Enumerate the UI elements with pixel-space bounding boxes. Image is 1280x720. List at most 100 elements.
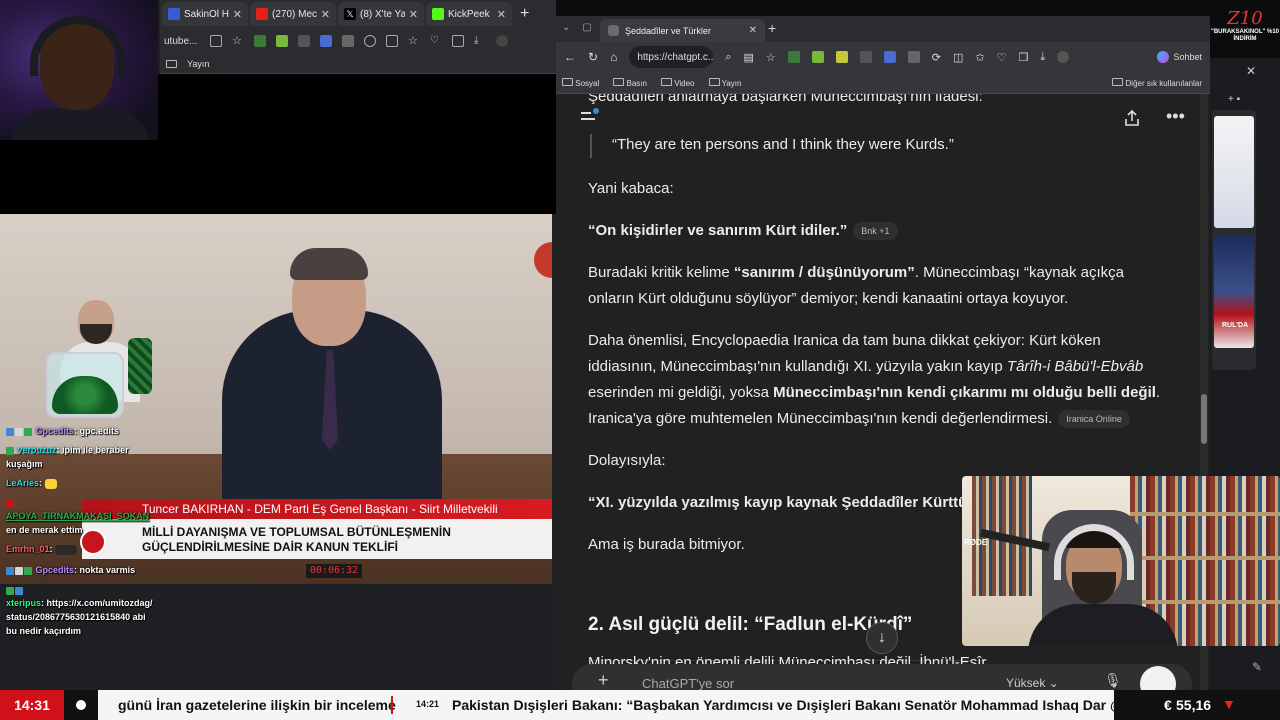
emote-icon	[55, 544, 78, 555]
close-icon[interactable]: ✕	[749, 25, 757, 36]
chat-username: verouzuz	[17, 445, 57, 455]
copilot-chat-button[interactable]: Sohbet	[1157, 51, 1202, 63]
chat-message	[6, 585, 24, 596]
chat-text: en de merak ettim	[6, 525, 83, 535]
message-line: Daha önemlisi, Encyclopaedia Iranica da …	[588, 332, 1101, 349]
extension-icon[interactable]	[883, 51, 896, 63]
workspaces-icon[interactable]: ▢	[582, 22, 591, 33]
left-url[interactable]: utube...	[164, 36, 200, 47]
scrollbar-thumb[interactable]	[1201, 394, 1207, 444]
chat-message: xteripus: https://x.com/umitozdag/	[6, 598, 153, 608]
tab-chatgpt[interactable]: Şeddadîler ve Türkler ✕	[600, 19, 765, 42]
extension-icon[interactable]	[859, 51, 872, 63]
message-line: eserinden mi geldiği, yoksa Müneccimbaşı…	[588, 380, 1178, 406]
news-thumbnail[interactable]: RUL'DA	[1214, 236, 1254, 348]
favorites-icon[interactable]: ☆	[408, 35, 420, 47]
extension-icon[interactable]	[320, 35, 332, 47]
chat-badge	[6, 446, 14, 455]
voice-mode-button[interactable]	[1140, 666, 1176, 690]
tab-title: (8) X'te Yavuz A	[360, 8, 405, 20]
more-options-icon[interactable]: •••	[1166, 106, 1185, 127]
scroll-down-button[interactable]: ↓	[866, 622, 898, 654]
attach-icon[interactable]: +	[598, 670, 609, 690]
new-tab-button[interactable]: +	[514, 5, 535, 23]
pen-icon[interactable]: ✎	[1252, 660, 1262, 674]
chat-message: APOYA_TIRNAKMAKASI_SOKAN	[6, 511, 149, 521]
tab-title: SakinOl Haber	[184, 8, 229, 20]
bookmark-yayin[interactable]: Yayın	[708, 77, 741, 88]
tab-menu-icon[interactable]: ⌄	[562, 22, 570, 33]
extension-icon[interactable]	[835, 51, 848, 63]
other-bookmarks[interactable]: Diğer sık kullanılanlar	[1112, 77, 1202, 88]
thumbnail[interactable]	[1214, 116, 1254, 228]
bold-quote: “On kişidirler ve sanırım Kürt idiler.”	[588, 222, 848, 239]
url-input[interactable]: https://chatgpt.c...	[629, 46, 714, 68]
refresh-extension-icon[interactable]: ⟳	[932, 51, 941, 64]
model-selector[interactable]: Yüksek ⌄	[1006, 676, 1059, 690]
left-tab-sakinol[interactable]: SakinOl Haber ✕	[162, 2, 248, 26]
citation-pill[interactable]: Iranica Online	[1058, 410, 1130, 429]
headset-icon	[30, 16, 126, 76]
text-run: Buradaki kritik kelime	[588, 264, 734, 281]
downloads-icon[interactable]: ⤓	[474, 35, 486, 47]
bookmark-basin[interactable]: Basın	[613, 77, 647, 88]
tab-title: Şeddadîler ve Türkler	[625, 25, 711, 36]
collections-icon[interactable]: ❐	[1018, 51, 1028, 64]
heart-icon[interactable]: ♡	[997, 51, 1007, 64]
citation-pill[interactable]: Bnk +1	[853, 222, 898, 241]
chat-badges	[6, 427, 33, 437]
extension-icon[interactable]	[342, 35, 354, 47]
profile-avatar[interactable]	[496, 35, 508, 47]
downloads-icon[interactable]: ⤓	[1040, 51, 1045, 64]
extension-icon[interactable]	[254, 35, 266, 47]
collections-icon[interactable]	[452, 35, 464, 47]
close-icon[interactable]: ✕	[321, 8, 330, 21]
chat-message	[6, 497, 15, 507]
close-icon[interactable]: ✕	[1246, 64, 1256, 78]
zoom-icon[interactable]: ⌕	[725, 51, 731, 64]
back-icon[interactable]: ←	[564, 50, 576, 64]
bookmark-sosyal[interactable]: Sosyal	[562, 77, 599, 88]
tab-title: KickPeek - Real	[448, 8, 493, 20]
favorites-icon[interactable]: ✩	[975, 51, 984, 64]
heart-icon[interactable]: ♡	[430, 35, 442, 47]
left-tab-kickpeek[interactable]: KickPeek - Real ✕	[426, 2, 512, 26]
reader-icon[interactable]: ▤	[743, 51, 753, 64]
refresh-icon[interactable]: ↻	[588, 50, 598, 64]
extension-icon[interactable]	[298, 35, 310, 47]
speaker-hair	[290, 248, 368, 280]
chat-separator: :	[49, 544, 53, 554]
home-icon[interactable]: ⌂	[610, 50, 617, 64]
bookmark-label: Diğer sık kullanılanlar	[1125, 78, 1202, 88]
bookmark-yayin[interactable]: Yayın	[187, 59, 209, 69]
folder-icon	[660, 77, 672, 86]
ticker-headline: günü İran gazetelerine ilişkin bir incel…	[118, 697, 396, 713]
add-icon[interactable]: + ▪	[1228, 94, 1240, 105]
extension-icon[interactable]	[907, 51, 920, 63]
split-screen-icon[interactable]: ◫	[953, 51, 963, 64]
bookmark-video[interactable]: Video	[660, 77, 695, 88]
chat-text: ipim ile beraber	[62, 445, 129, 455]
refresh-icon[interactable]	[364, 35, 376, 47]
extension-icon[interactable]	[811, 51, 824, 63]
extension-icon[interactable]	[787, 51, 800, 63]
promo-text: "BURAKSAKINOL" %10 İNDİRİM	[1210, 29, 1280, 42]
microphone-icon[interactable]: 🎙	[1104, 672, 1122, 689]
left-tab-x[interactable]: 𝕏 (8) X'te Yavuz A ✕	[338, 2, 424, 26]
meme-overlay	[30, 298, 152, 418]
star-icon[interactable]: ☆	[232, 35, 244, 47]
split-screen-icon[interactable]	[386, 35, 398, 47]
chat-composer[interactable]: + ChatGPT'ye sor Yüksek ⌄ 🎙	[572, 664, 1192, 690]
close-icon[interactable]: ✕	[497, 8, 506, 21]
left-tab-youtube[interactable]: (270) Mecli ✕	[250, 2, 336, 26]
profile-avatar[interactable]	[1057, 51, 1070, 63]
star-icon[interactable]: ☆	[766, 51, 776, 64]
share-icon[interactable]	[1122, 108, 1142, 128]
new-tab-button[interactable]: +	[768, 20, 776, 36]
extension-icon[interactable]	[276, 35, 288, 47]
screenshot-icon[interactable]	[210, 35, 222, 47]
sidebar-toggle-icon[interactable]	[580, 108, 600, 124]
channel-logo	[80, 529, 106, 555]
close-icon[interactable]: ✕	[409, 8, 418, 21]
close-icon[interactable]: ✕	[233, 8, 242, 21]
